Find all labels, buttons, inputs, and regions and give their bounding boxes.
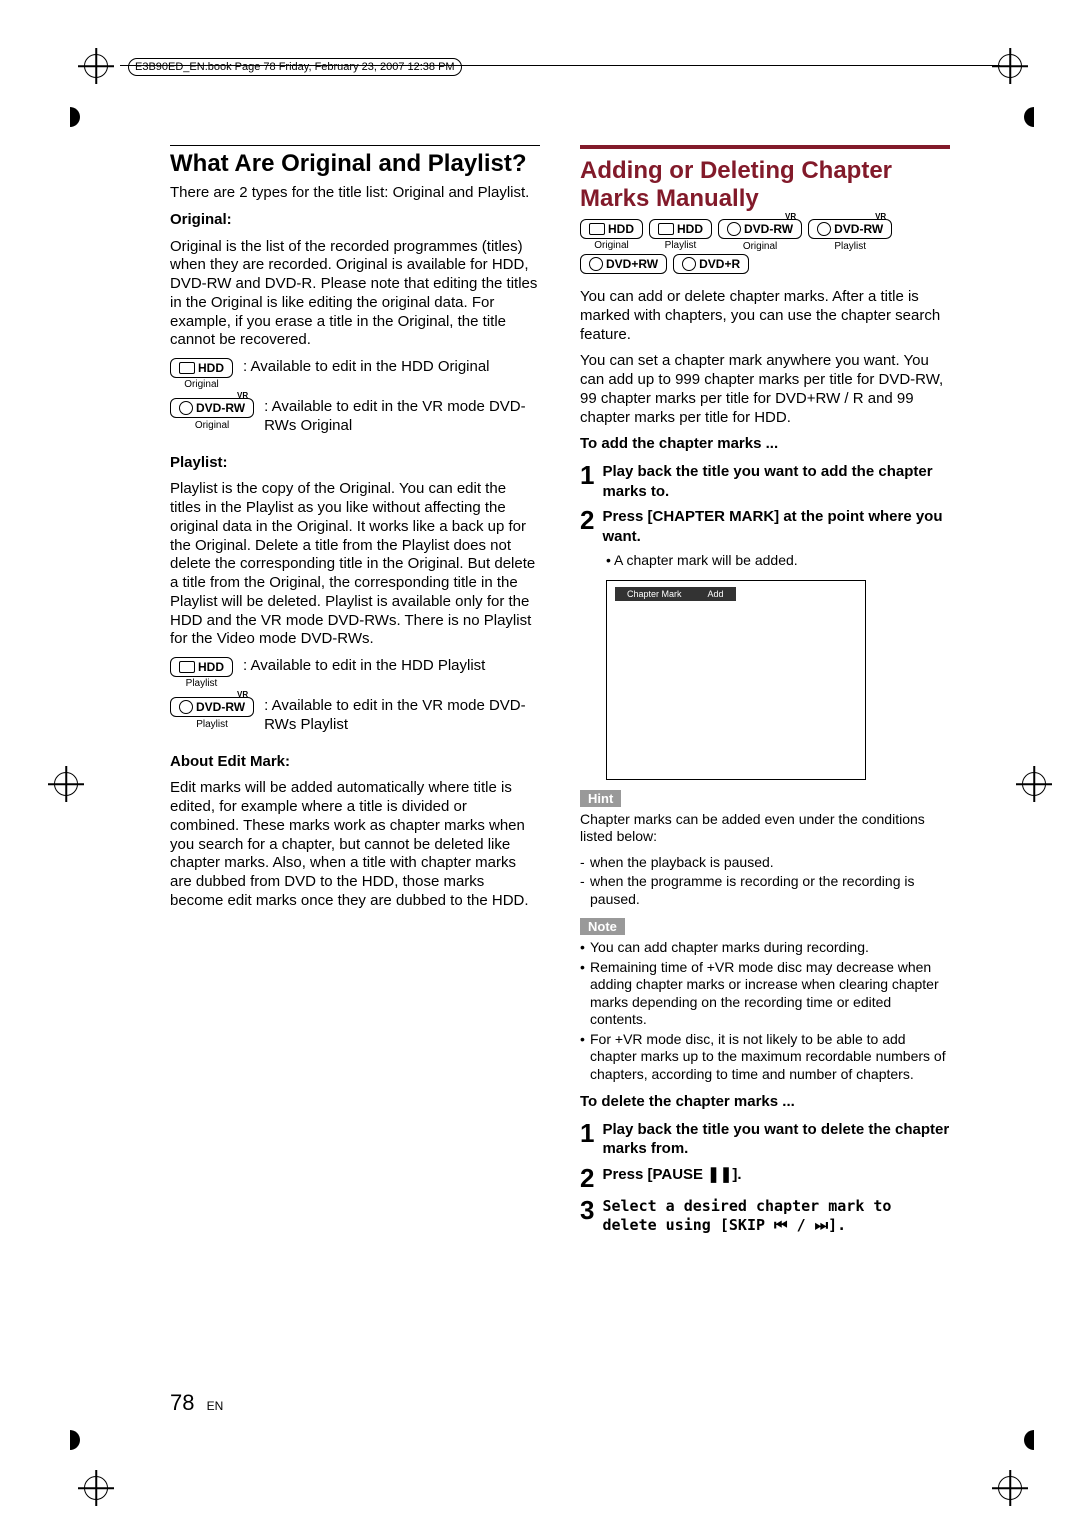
playlist-heading: Playlist: — [170, 454, 540, 473]
corner-mark-tl — [60, 107, 80, 127]
note-list: You can add chapter marks during recordi… — [580, 939, 950, 1083]
step-text: Play back the title you want to add the … — [602, 462, 950, 501]
page-number: 78 EN — [170, 1390, 223, 1416]
corner-mark-bl — [60, 1430, 80, 1450]
dvdrw-original-text: : Available to edit in the VR mode DVD-R… — [264, 398, 540, 436]
right-title: Adding or Deleting Chapter Marks Manuall… — [580, 157, 950, 213]
registration-mark-tl — [78, 48, 114, 84]
badge-caption-playlist: Playlist — [186, 678, 218, 689]
step-3-delete: 3 Select a desired chapter mark to delet… — [580, 1197, 950, 1236]
preview-label-2: Add — [708, 589, 724, 599]
preview-label-1: Chapter Mark — [627, 589, 682, 599]
disc-badge-row-2: DVD+RW DVD+R — [580, 254, 950, 274]
dvdrw-playlist-text: : Available to edit in the VR mode DVD-R… — [264, 697, 540, 735]
step-number: 2 — [580, 1165, 594, 1191]
note-label: Note — [580, 918, 625, 935]
badge-caption-original: Original — [184, 379, 218, 390]
dvd-plus-r-badge: DVD+R — [673, 254, 749, 274]
step-2-delete: 2 Press [PAUSE ❚❚]. — [580, 1165, 950, 1191]
badge-row-dvdrw-original: VR DVD-RW Original : Available to edit i… — [170, 398, 540, 436]
page-num: 78 — [170, 1390, 194, 1415]
red-rule — [580, 145, 950, 149]
to-delete-heading: To delete the chapter marks ... — [580, 1093, 950, 1112]
corner-mark-tr — [1024, 107, 1044, 127]
right-column: Adding or Deleting Chapter Marks Manuall… — [580, 145, 950, 1242]
step-text: Select a desired chapter mark to delete … — [602, 1197, 950, 1236]
dvdrw-badge: DVD-RW — [718, 219, 802, 239]
right-body1: You can add or delete chapter marks. Aft… — [580, 288, 950, 344]
step-text: Press [PAUSE ❚❚]. — [602, 1165, 741, 1191]
hdd-badge: HDD — [649, 219, 712, 239]
hdd-badge: HDD — [170, 657, 233, 677]
hint-item: when the playback is paused. — [580, 854, 950, 872]
step-1-delete: 1 Play back the title you want to delete… — [580, 1120, 950, 1159]
vr-label: VR — [785, 212, 796, 221]
badge-row-hdd-original: HDD Original : Available to edit in the … — [170, 358, 540, 390]
dvdrw-badge: DVD-RW — [808, 219, 892, 239]
vr-label: VR — [875, 212, 886, 221]
left-intro: There are 2 types for the title list: Or… — [170, 184, 540, 203]
right-body2: You can set a chapter mark anywhere you … — [580, 352, 950, 427]
badge-caption: Playlist — [834, 241, 866, 252]
badge-caption-original: Original — [195, 420, 229, 431]
hdd-badge: HDD — [170, 358, 233, 378]
section-rule — [170, 145, 540, 146]
to-add-heading: To add the chapter marks ... — [580, 435, 950, 454]
step-number: 1 — [580, 462, 594, 501]
hdd-playlist-text: : Available to edit in the HDD Playlist — [243, 657, 540, 676]
badge-caption-playlist: Playlist — [196, 719, 228, 730]
page-content: What Are Original and Playlist? There ar… — [170, 145, 950, 1242]
registration-mark-br — [992, 1470, 1028, 1506]
registration-mark-bl — [78, 1470, 114, 1506]
step-text: Press [CHAPTER MARK] at the point where … — [602, 507, 950, 546]
badge-caption: Original — [743, 241, 777, 252]
step-1-add: 1 Play back the title you want to add th… — [580, 462, 950, 501]
vr-label: VR — [237, 391, 248, 400]
step-sub: • A chapter mark will be added. — [606, 552, 950, 570]
badge-row-hdd-playlist: HDD Playlist : Available to edit in the … — [170, 657, 540, 689]
hdd-original-text: : Available to edit in the HDD Original — [243, 358, 540, 377]
hdd-badge: HDD — [580, 219, 643, 239]
note-item: For +VR mode disc, it is not likely to b… — [580, 1031, 950, 1084]
step-number: 3 — [580, 1197, 594, 1236]
hint-body: Chapter marks can be added even under th… — [580, 811, 950, 846]
hint-list: when the playback is paused. when the pr… — [580, 854, 950, 909]
dvdrw-badge: DVD-RW — [170, 697, 254, 717]
file-header-text: E3B90ED_EN.book Page 78 Friday, February… — [128, 58, 462, 76]
playlist-body: Playlist is the copy of the Original. Yo… — [170, 480, 540, 649]
note-item: Remaining time of +VR mode disc may decr… — [580, 959, 950, 1029]
note-item: You can add chapter marks during recordi… — [580, 939, 950, 957]
badge-caption: Playlist — [665, 240, 697, 251]
left-column: What Are Original and Playlist? There ar… — [170, 145, 540, 919]
registration-mark-mr — [1016, 766, 1052, 802]
step-2-add: 2 Press [CHAPTER MARK] at the point wher… — [580, 507, 950, 546]
vr-label: VR — [237, 690, 248, 699]
hint-item: when the programme is recording or the r… — [580, 873, 950, 908]
left-title: What Are Original and Playlist? — [170, 150, 540, 178]
registration-mark-tr — [992, 48, 1028, 84]
original-heading: Original: — [170, 211, 540, 230]
editmark-body: Edit marks will be added automatically w… — [170, 779, 540, 910]
dvd-plus-rw-badge: DVD+RW — [580, 254, 667, 274]
step-number: 2 — [580, 507, 594, 546]
editmark-heading: About Edit Mark: — [170, 753, 540, 772]
step-number: 1 — [580, 1120, 594, 1159]
dvdrw-badge: DVD-RW — [170, 398, 254, 418]
corner-mark-br — [1024, 1430, 1044, 1450]
preview-tab: Chapter Mark Add — [615, 587, 736, 601]
original-body: Original is the list of the recorded pro… — [170, 238, 540, 351]
page-lang: EN — [207, 1399, 224, 1413]
hint-label: Hint — [580, 790, 621, 807]
registration-mark-ml — [48, 766, 84, 802]
disc-badge-row-1: HDD Original HDD Playlist VR DVD-RW Orig… — [580, 219, 950, 252]
chapter-mark-preview: Chapter Mark Add — [606, 580, 866, 780]
badge-row-dvdrw-playlist: VR DVD-RW Playlist : Available to edit i… — [170, 697, 540, 735]
step-text: Play back the title you want to delete t… — [602, 1120, 950, 1159]
badge-caption: Original — [594, 240, 628, 251]
